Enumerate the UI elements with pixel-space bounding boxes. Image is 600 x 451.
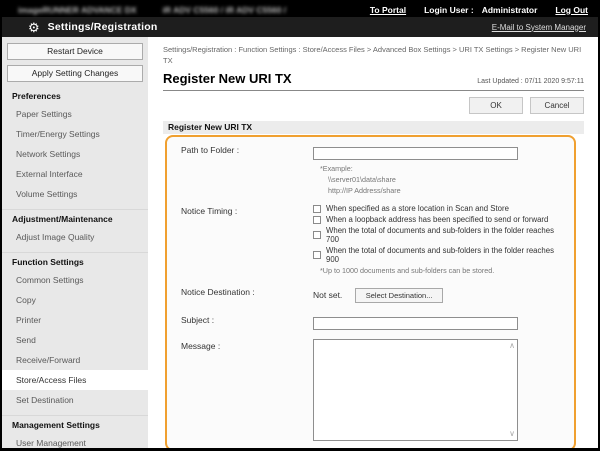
storage-limit-note: *Up to 1000 documents and sub-folders ca… bbox=[320, 266, 566, 275]
sidebar-item-receive-forward[interactable]: Receive/Forward bbox=[2, 350, 148, 370]
sidebar-item-copy[interactable]: Copy bbox=[2, 290, 148, 310]
scrollbar-down-icon[interactable]: ∨ bbox=[509, 430, 515, 438]
subject-label: Subject : bbox=[181, 313, 313, 331]
sidebar-item-network-settings[interactable]: Network Settings bbox=[2, 144, 148, 164]
app-header-bar: ⚙ Settings/Registration E-Mail to System… bbox=[2, 17, 598, 37]
sidebar-item-volume-settings[interactable]: Volume Settings bbox=[2, 184, 148, 204]
app-title: Settings/Registration bbox=[48, 21, 158, 33]
sidebar-item-send[interactable]: Send bbox=[2, 330, 148, 350]
gear-icon: ⚙ bbox=[28, 21, 40, 34]
sidebar-item-printer[interactable]: Printer bbox=[2, 310, 148, 330]
sidebar-header-preferences: Preferences bbox=[2, 87, 148, 104]
sidebar-item-paper-settings[interactable]: Paper Settings bbox=[2, 104, 148, 124]
subject-input[interactable] bbox=[313, 317, 518, 330]
checkbox-loopback-address[interactable] bbox=[313, 216, 321, 224]
sidebar-item-store-access-files[interactable]: Store/Access Files bbox=[2, 370, 148, 390]
device-name-redacted: imageRUNNER ADVANCE DX bbox=[18, 5, 137, 15]
sidebar-item-set-destination[interactable]: Set Destination bbox=[2, 390, 148, 410]
cancel-button[interactable]: Cancel bbox=[530, 97, 584, 114]
notice-timing-label: Notice Timing : bbox=[181, 204, 313, 275]
restart-device-button[interactable]: Restart Device bbox=[7, 43, 143, 60]
checkbox-reaches-900[interactable] bbox=[313, 251, 321, 259]
sidebar-item-common-settings[interactable]: Common Settings bbox=[2, 270, 148, 290]
checkbox-reaches-700[interactable] bbox=[313, 231, 321, 239]
path-to-folder-input[interactable] bbox=[313, 147, 518, 160]
form-section-title: Register New URI TX bbox=[163, 121, 584, 134]
select-destination-button[interactable]: Select Destination... bbox=[355, 288, 444, 303]
checkbox-store-location[interactable] bbox=[313, 205, 321, 213]
message-label: Message : bbox=[181, 339, 313, 441]
to-portal-link[interactable]: To Portal bbox=[370, 5, 406, 15]
last-updated-text: Last Updated : 07/11 2020 9:57:11 bbox=[477, 78, 584, 86]
log-out-link[interactable]: Log Out bbox=[555, 5, 588, 15]
checkbox-loopback-address-label: When a loopback address has been specifi… bbox=[326, 215, 548, 224]
main-content: Settings/Registration : Function Setting… bbox=[148, 37, 598, 448]
sidebar-section-adjustment-maintenance: Adjustment/Maintenance Adjust Image Qual… bbox=[2, 209, 148, 247]
page-title: Register New URI TX bbox=[163, 71, 292, 86]
notice-destination-label: Notice Destination : bbox=[181, 285, 313, 303]
apply-setting-changes-button[interactable]: Apply Setting Changes bbox=[7, 65, 143, 82]
message-textarea-container: ∧ ∨ bbox=[313, 339, 518, 441]
sidebar-item-timer-energy-settings[interactable]: Timer/Energy Settings bbox=[2, 124, 148, 144]
example-caption: *Example: bbox=[320, 163, 566, 174]
checkbox-reaches-900-label: When the total of documents and sub-fold… bbox=[326, 246, 566, 264]
ok-button[interactable]: OK bbox=[469, 97, 523, 114]
sidebar-header-function-settings: Function Settings bbox=[2, 252, 148, 270]
scrollbar-up-icon[interactable]: ∧ bbox=[509, 342, 515, 350]
sidebar-item-external-interface[interactable]: External Interface bbox=[2, 164, 148, 184]
sidebar-item-adjust-image-quality[interactable]: Adjust Image Quality bbox=[2, 227, 148, 247]
sidebar-section-function-settings: Function Settings Common Settings Copy P… bbox=[2, 252, 148, 410]
sidebar-section-management-settings: Management Settings User Management Devi… bbox=[2, 415, 148, 448]
login-user-value: Administrator bbox=[482, 5, 538, 15]
sidebar-header-management-settings: Management Settings bbox=[2, 415, 148, 433]
breadcrumb[interactable]: Settings/Registration : Function Setting… bbox=[163, 45, 584, 66]
message-textarea[interactable] bbox=[314, 340, 505, 440]
notice-destination-value: Not set. bbox=[313, 287, 342, 300]
email-system-manager-link[interactable]: E-Mail to System Manager bbox=[492, 23, 586, 32]
checkbox-reaches-700-label: When the total of documents and sub-fold… bbox=[326, 226, 566, 244]
example-unc-path: \\server01\data\share bbox=[328, 174, 566, 185]
sidebar-section-preferences: Preferences Paper Settings Timer/Energy … bbox=[2, 87, 148, 204]
path-to-folder-label: Path to Folder : bbox=[181, 143, 313, 196]
sidebar-item-user-management[interactable]: User Management bbox=[2, 433, 148, 448]
sidebar-header-adjustment-maintenance: Adjustment/Maintenance bbox=[2, 209, 148, 227]
settings-sidebar: Restart Device Apply Setting Changes Pre… bbox=[2, 37, 148, 448]
path-example-block: *Example: \\server01\data\share http://I… bbox=[313, 163, 566, 196]
register-uri-tx-panel: Path to Folder : *Example: \\server01\da… bbox=[165, 135, 576, 448]
top-status-bar: imageRUNNER ADVANCE DX iR ADV C5560 / iR… bbox=[2, 2, 598, 17]
checkbox-store-location-label: When specified as a store location in Sc… bbox=[326, 204, 509, 213]
login-user-label: Login User : bbox=[424, 5, 474, 15]
example-http-path: http://IP Address/share bbox=[328, 185, 566, 196]
device-model-redacted: iR ADV C5560 / iR ADV C5560 / bbox=[163, 5, 287, 15]
